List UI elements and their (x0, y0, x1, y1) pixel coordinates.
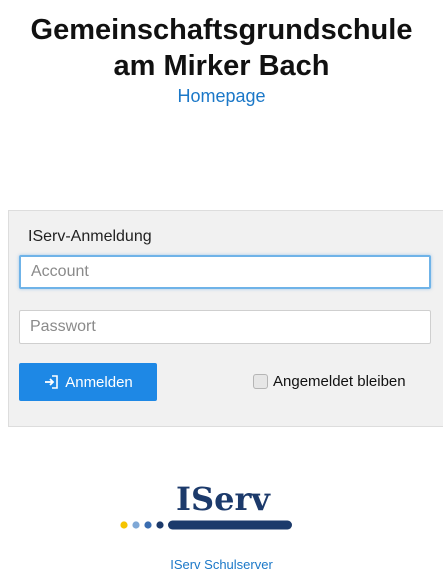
school-title-line-2: am Mirker Bach (113, 50, 330, 82)
homepage-link[interactable]: Homepage (0, 86, 443, 107)
remember-me-checkbox[interactable] (253, 374, 268, 389)
svg-text:IServ: IServ (176, 480, 271, 518)
login-panel: IServ-Anmeldung Anmelden Angemeldet blei… (8, 210, 443, 427)
login-page: Gemeinschaftsgrundschule am Mirker Bach … (0, 0, 443, 572)
login-button[interactable]: Anmelden (19, 363, 157, 401)
password-input[interactable] (19, 310, 431, 344)
login-button-label: Anmelden (65, 373, 133, 391)
sign-in-icon (45, 375, 59, 389)
school-title: Gemeinschaftsgrundschule am Mirker Bach (0, 12, 443, 84)
account-input[interactable] (19, 255, 431, 289)
school-title-line-1: Gemeinschaftsgrundschule (30, 14, 413, 46)
remember-me-option[interactable]: Angemeldet bleiben (253, 373, 406, 390)
iserv-logo: IServ (120, 480, 292, 530)
remember-me-label: Angemeldet bleiben (273, 373, 406, 390)
server-label: IServ Schulserver (170, 557, 273, 572)
login-heading: IServ-Anmeldung (28, 228, 152, 245)
